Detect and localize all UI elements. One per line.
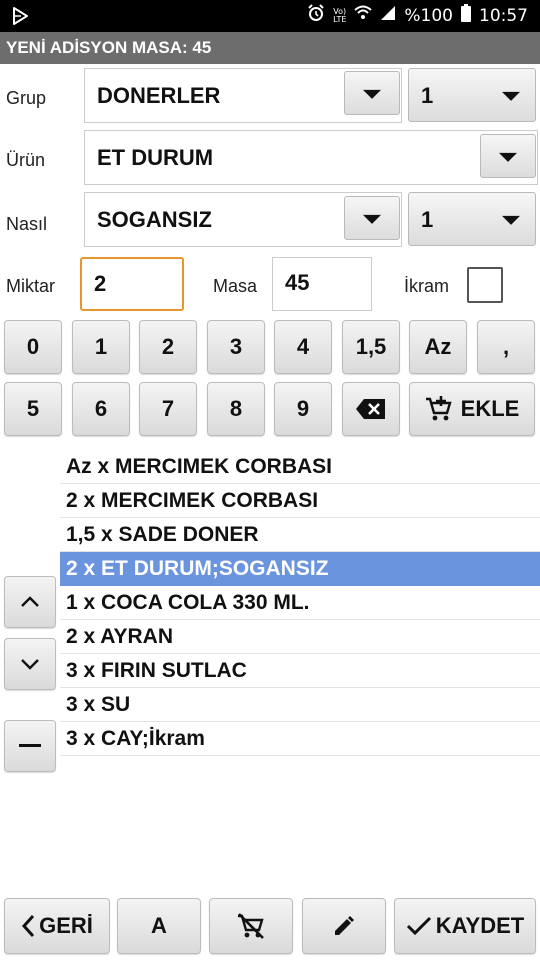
nasil-value: SOGANSIZ	[97, 207, 212, 232]
pencil-icon	[332, 914, 356, 938]
nasil-label: Nasıl	[6, 214, 48, 234]
grup-qty-select[interactable]: 1	[408, 68, 536, 122]
nasil-dropdown-button[interactable]	[344, 196, 400, 240]
urun-value: ET DURUM	[97, 145, 214, 170]
remove-item-button[interactable]	[4, 720, 56, 772]
wifi-icon	[354, 5, 373, 26]
key-comma[interactable]: ,	[477, 320, 535, 374]
back-button-label: GERİ	[39, 913, 93, 938]
chevron-down-icon	[363, 89, 381, 99]
add-button[interactable]: EKLE	[409, 382, 535, 436]
order-list: Az x MERCIMEK CORBASI 2 x MERCIMEK CORBA…	[60, 450, 540, 756]
grup-qty-value: 1	[421, 83, 434, 108]
move-up-button[interactable]	[4, 576, 56, 628]
key-2[interactable]: 2	[139, 320, 197, 374]
add-cart-icon	[425, 396, 453, 422]
save-button-label: KAYDET	[435, 913, 525, 938]
masa-label: Masa	[213, 276, 258, 296]
chevron-down-icon	[502, 215, 520, 225]
play-store-icon	[10, 6, 30, 30]
list-item-selected[interactable]: 2 x ET DURUM;SOGANSIZ	[60, 552, 540, 586]
clock: 10:57	[479, 5, 528, 26]
list-item[interactable]: 3 x FIRIN SUTLAC	[60, 654, 540, 688]
nasil-qty-value: 1	[421, 207, 434, 232]
edit-button[interactable]	[302, 898, 386, 954]
urun-select[interactable]: ET DURUM	[84, 130, 538, 185]
clear-cart-button[interactable]	[209, 898, 293, 954]
key-8[interactable]: 8	[207, 382, 265, 436]
key-7[interactable]: 7	[139, 382, 197, 436]
list-item[interactable]: Az x MERCIMEK CORBASI	[60, 450, 540, 484]
chevron-down-icon	[5, 639, 55, 689]
grup-label: Grup	[6, 88, 47, 108]
urun-dropdown-button[interactable]	[480, 134, 536, 178]
key-0[interactable]: 0	[4, 320, 62, 374]
a-button-label: A	[151, 913, 167, 938]
back-button[interactable]: GERİ	[4, 898, 110, 954]
key-4[interactable]: 4	[274, 320, 332, 374]
masa-input[interactable]: 45	[272, 257, 372, 311]
chevron-down-icon	[363, 214, 381, 224]
key-9[interactable]: 9	[274, 382, 332, 436]
a-button[interactable]: A	[117, 898, 201, 954]
chevron-up-icon	[5, 577, 55, 627]
ikram-label: İkram	[404, 276, 449, 296]
chevron-down-icon	[502, 91, 520, 101]
volte-indicator: Vo) LTE	[333, 7, 347, 24]
list-item[interactable]: 1 x COCA COLA 330 ML.	[60, 586, 540, 620]
ikram-checkbox[interactable]	[467, 267, 503, 303]
list-item[interactable]: 2 x AYRAN	[60, 620, 540, 654]
miktar-label: Miktar	[6, 276, 55, 296]
key-6[interactable]: 6	[72, 382, 130, 436]
backspace-button[interactable]	[342, 382, 400, 436]
urun-label: Ürün	[6, 150, 46, 170]
key-5[interactable]: 5	[4, 382, 62, 436]
page-title: YENİ ADİSYON MASA: 45	[0, 32, 540, 64]
list-item[interactable]: 3 x CAY;İkram	[60, 722, 540, 756]
check-icon	[406, 916, 432, 936]
key-1-5[interactable]: 1,5	[342, 320, 400, 374]
signal-icon	[380, 5, 396, 26]
grup-dropdown-button[interactable]	[344, 71, 400, 115]
move-down-button[interactable]	[4, 638, 56, 690]
key-az[interactable]: Az	[409, 320, 467, 374]
battery-icon	[461, 4, 471, 27]
battery-percent: %100	[404, 5, 453, 26]
key-1[interactable]: 1	[72, 320, 130, 374]
grup-value: DONERLER	[97, 83, 221, 108]
chevron-down-icon	[499, 152, 517, 162]
list-item[interactable]: 2 x MERCIMEK CORBASI	[60, 484, 540, 518]
miktar-input[interactable]: 2	[80, 257, 184, 311]
alarm-icon	[307, 4, 325, 27]
status-bar: Vo) LTE %100 10:57	[0, 0, 540, 32]
minus-icon	[5, 721, 55, 771]
volte-bottom-label: LTE	[333, 14, 347, 24]
backspace-icon	[343, 383, 399, 435]
list-item[interactable]: 3 x SU	[60, 688, 540, 722]
nasil-qty-select[interactable]: 1	[408, 192, 536, 246]
remove-cart-icon	[237, 913, 265, 939]
save-button[interactable]: KAYDET	[394, 898, 536, 954]
add-button-label: EKLE	[460, 396, 520, 421]
list-item[interactable]: 1,5 x SADE DONER	[60, 518, 540, 552]
chevron-left-icon	[21, 914, 35, 938]
key-3[interactable]: 3	[207, 320, 265, 374]
